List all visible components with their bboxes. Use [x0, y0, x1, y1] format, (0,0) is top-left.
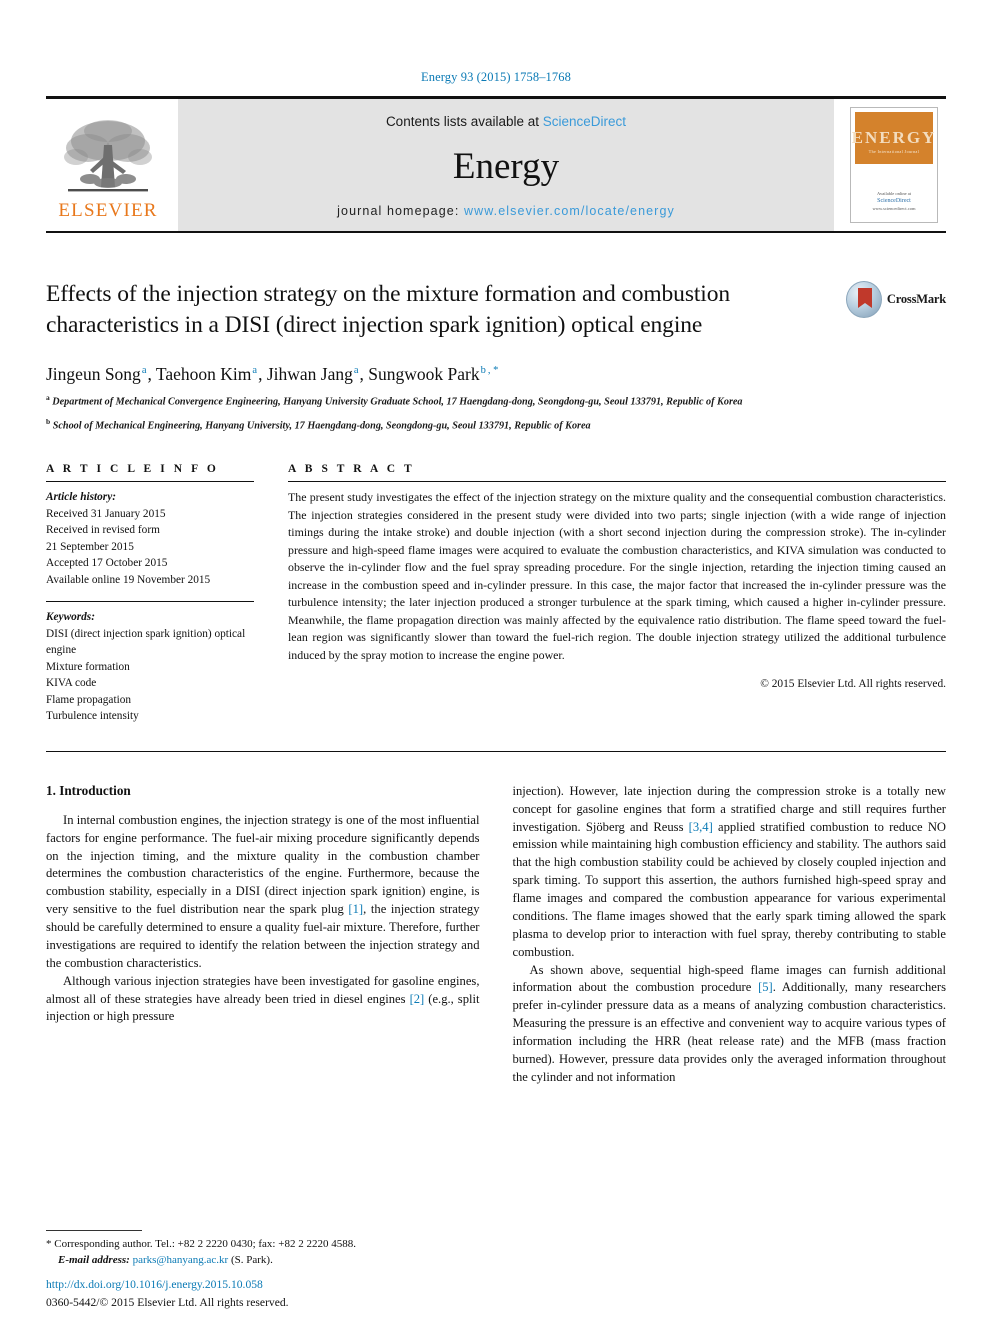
paragraph: Although various injection strategies ha…: [46, 973, 480, 1027]
article-info-rule: [46, 481, 254, 483]
paragraph-text: . Additionally, many researchers prefer …: [512, 980, 947, 1084]
masthead-center: Contents lists available at ScienceDirec…: [178, 99, 834, 231]
keyword-item: Mixture formation: [46, 660, 130, 673]
abstract-text: The present study investigates the effec…: [288, 490, 946, 662]
crossmark-label: CrossMark: [886, 292, 946, 306]
cover-footer-prefix: Available online at: [877, 190, 911, 196]
article-page: Energy 93 (2015) 1758–1768 ELSEVIER Cont…: [0, 0, 992, 1323]
contents-available-line: Contents lists available at ScienceDirec…: [386, 114, 626, 129]
journal-title: Energy: [452, 146, 560, 187]
homepage-prefix: journal homepage:: [337, 204, 464, 218]
article-info-column: A R T I C L E I N F O Article history: R…: [46, 463, 254, 724]
journal-homepage-line: journal homepage: www.elsevier.com/locat…: [337, 204, 675, 218]
footnote-contact-text: Corresponding author. Tel.: +82 2 2220 0…: [54, 1238, 356, 1251]
author-affiliation-mark: b: [480, 365, 486, 377]
crossmark-icon: [846, 281, 882, 318]
cover-footer-url: www.sciencedirect.com: [872, 206, 916, 212]
article-info-heading: A R T I C L E I N F O: [46, 463, 219, 476]
running-head: Energy 93 (2015) 1758–1768: [421, 70, 571, 84]
paragraph: As shown above, sequential high-speed fl…: [513, 962, 947, 1087]
history-item: Accepted 17 October 2015: [46, 557, 168, 570]
title-area: Effects of the injection strategy on the…: [46, 279, 946, 342]
history-item: Available online 19 November 2015: [46, 573, 211, 586]
abstract-column: A B S T R A C T The present study invest…: [288, 463, 946, 724]
cover-footer-link: ScienceDirect: [877, 198, 911, 205]
page-title: Effects of the injection strategy on the…: [46, 281, 731, 339]
keyword-item: DISI (direct injection spark ignition) o…: [46, 627, 246, 657]
citation-reference[interactable]: [1]: [348, 902, 363, 916]
affiliation-a: a Department of Mechanical Convergence E…: [46, 393, 946, 410]
footnote-line-1: * Corresponding author. Tel.: +82 2 2220…: [46, 1237, 466, 1253]
author-name: Taehoon Kim: [155, 363, 252, 384]
abstract-copyright: © 2015 Elsevier Ltd. All rights reserved…: [760, 678, 946, 691]
affiliation-text: Department of Mechanical Convergence Eng…: [52, 396, 743, 408]
paragraph: injection). However, late injection duri…: [513, 783, 947, 962]
author-affiliation-mark: a: [353, 365, 359, 377]
affiliation-text: School of Mechanical Engineering, Hanyan…: [52, 419, 591, 431]
footnote-marker: *: [46, 1238, 52, 1251]
journal-masthead: ELSEVIER Contents lists available at Sci…: [46, 96, 946, 231]
affiliation-mark: b: [46, 416, 51, 426]
cover-title: ENERGY: [851, 128, 937, 147]
elsevier-logo: ELSEVIER: [46, 99, 170, 231]
author-list: Jingeun Songa, Taehoon Kima, Jihwan Jang…: [46, 363, 499, 384]
body-columns: 1. Introduction In internal combustion e…: [46, 783, 946, 1087]
masthead-bottom-rule: [46, 231, 946, 233]
elsevier-wordmark: ELSEVIER: [58, 199, 158, 221]
paragraph: In internal combustion engines, the inje…: [46, 812, 480, 973]
abstract-heading: A B S T R A C T: [288, 463, 415, 476]
abstract-rule: [288, 481, 946, 483]
history-item: Received in revised form: [46, 524, 160, 537]
article-history: Article history: Received 31 January 201…: [46, 489, 254, 588]
email-link[interactable]: parks@hanyang.ac.kr: [133, 1254, 229, 1266]
doi-block: http://dx.doi.org/10.1016/j.energy.2015.…: [46, 1276, 289, 1311]
email-address-label: E-mail address:: [58, 1254, 130, 1267]
section-heading-introduction: 1. Introduction: [46, 782, 131, 798]
keywords-label: Keywords:: [46, 611, 95, 624]
author-affiliation-mark: a: [252, 365, 258, 377]
author-name: Jihwan Jang: [266, 363, 353, 384]
author-name: Jingeun Song: [46, 363, 141, 384]
keywords-rule: [46, 601, 254, 603]
keyword-item: Flame propagation: [46, 693, 132, 706]
cover-subtitle: The International Journal: [868, 149, 920, 154]
affiliation-b: b School of Mechanical Engineering, Hany…: [46, 417, 946, 434]
homepage-url-link[interactable]: www.elsevier.com/locate/energy: [464, 204, 675, 218]
email-owner: (S. Park).: [230, 1254, 273, 1267]
elsevier-tree-icon: [64, 119, 152, 191]
citation-reference[interactable]: [3,4]: [689, 820, 713, 834]
footnote-rule: [46, 1230, 142, 1232]
keyword-item: KIVA code: [46, 677, 97, 690]
body-column-right: injection). However, late injection duri…: [513, 783, 947, 1087]
keywords-block: Keywords: DISI (direct injection spark i…: [46, 609, 254, 724]
history-item: 21 September 2015: [46, 540, 134, 553]
article-history-label: Article history:: [46, 491, 116, 504]
info-abstract-region: A R T I C L E I N F O Article history: R…: [46, 463, 946, 724]
author-name: Sungwook Park: [368, 363, 480, 384]
corresponding-author-footnote: * Corresponding author. Tel.: +82 2 2220…: [46, 1230, 466, 1269]
sciencedirect-link[interactable]: ScienceDirect: [543, 114, 626, 129]
affiliation-mark: a: [46, 392, 50, 402]
cover-footer: Available online at ScienceDirect www.sc…: [851, 191, 937, 214]
doi-link[interactable]: http://dx.doi.org/10.1016/j.energy.2015.…: [46, 1276, 289, 1293]
keyword-item: Turbulence intensity: [46, 710, 139, 723]
paragraph-text: applied stratified combustion to reduce …: [512, 819, 947, 959]
contents-prefix: Contents lists available at: [385, 114, 543, 129]
corresponding-author-mark: , *: [487, 365, 499, 377]
crossmark-badge[interactable]: CrossMark: [846, 281, 946, 318]
crossmark-book-shape: [858, 288, 872, 308]
footnote-line-2: E-mail address: parks@hanyang.ac.kr (S. …: [46, 1253, 466, 1269]
journal-cover: ENERGY The International Journal Availab…: [842, 99, 946, 231]
cover-thumbnail: ENERGY The International Journal Availab…: [850, 107, 938, 223]
history-item: Received 31 January 2015: [46, 507, 166, 520]
author-affiliation-mark: a: [141, 365, 147, 377]
body-separator-rule: [46, 750, 946, 752]
citation-reference[interactable]: [5]: [758, 980, 773, 994]
citation-reference[interactable]: [2]: [410, 992, 425, 1006]
body-column-left: 1. Introduction In internal combustion e…: [46, 783, 480, 1087]
paragraph-text: In internal combustion engines, the inje…: [46, 812, 480, 917]
issn-copyright-line: 0360-5442/© 2015 Elsevier Ltd. All right…: [46, 1295, 289, 1309]
